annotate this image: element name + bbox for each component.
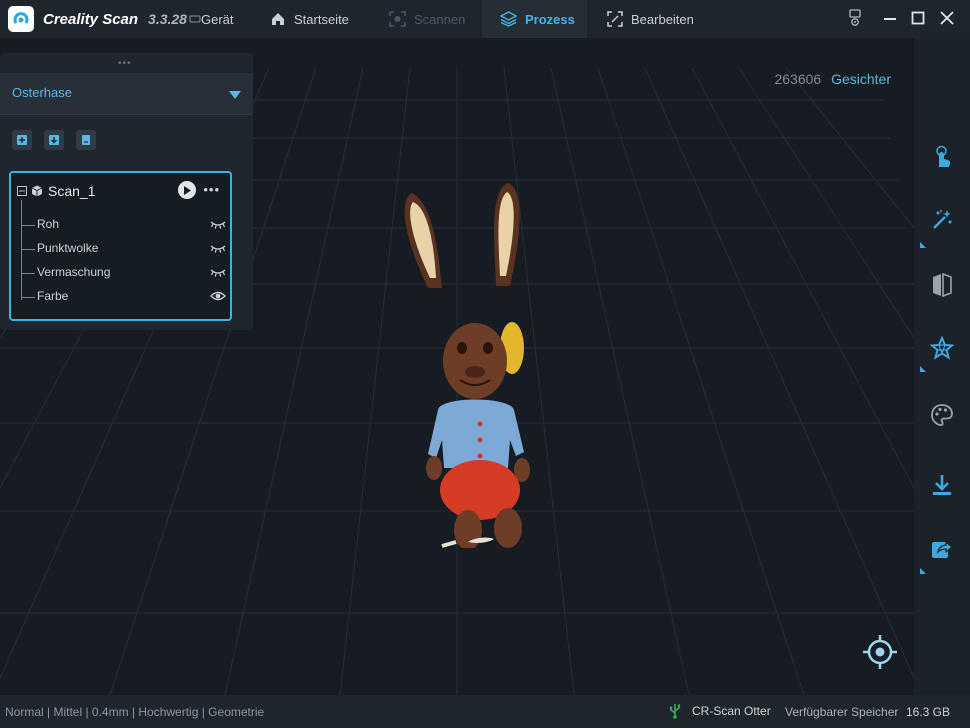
model-fragment [468, 537, 494, 543]
face-count: 263606 Gesichter [774, 71, 891, 87]
layer-item[interactable]: Roh [21, 214, 228, 236]
eye-closed-icon[interactable] [210, 265, 226, 283]
layer-label: Roh [37, 217, 60, 231]
import-button[interactable] [44, 130, 64, 150]
title-bar: Creality Scan 3.3.28 Gerät Startseite Sc… [0, 0, 970, 38]
download-icon [933, 475, 951, 495]
submenu-indicator [920, 242, 926, 248]
crosshair-icon [863, 635, 897, 669]
scanned-model-bunny[interactable] [390, 178, 560, 548]
memory-label: Verfügbarer Speicher [785, 705, 899, 719]
memory-value: 16.3 GB [905, 705, 950, 719]
share-icon [932, 540, 953, 558]
document-icon [82, 135, 90, 145]
cube-icon [31, 185, 43, 197]
add-file-icon [17, 135, 27, 145]
menu-device[interactable]: Gerät [201, 0, 234, 38]
play-icon [184, 185, 191, 195]
eye-closed-icon[interactable] [210, 241, 226, 259]
share-button[interactable] [928, 535, 956, 563]
minimize-icon [884, 18, 896, 20]
app-logo [8, 6, 34, 32]
face-count-value: 263606 [774, 71, 822, 87]
home-icon [270, 11, 286, 27]
tab-scan-label: Scannen [414, 11, 466, 27]
layer-item[interactable]: Farbe [21, 286, 228, 308]
project-selector[interactable]: Osterhase [0, 73, 253, 115]
device-name: CR-Scan Otter [692, 704, 771, 718]
layer-item[interactable]: Punktwolke [21, 238, 228, 260]
collapse-icon[interactable] [17, 186, 27, 196]
maximize-icon [911, 11, 925, 25]
star-fill-icon [930, 336, 954, 360]
right-toolbar [914, 38, 970, 695]
tab-process-label: Prozess [525, 11, 575, 27]
chevron-down-icon [229, 87, 241, 105]
submenu-indicator [920, 366, 926, 372]
scan-tree: Scan_1 ••• Roh Punktwolke Vermaschung Fa… [9, 171, 232, 321]
tree-branch [21, 297, 35, 298]
export-download-button[interactable] [928, 471, 956, 499]
tab-process[interactable]: Prozess [482, 0, 587, 38]
usb-icon [668, 703, 682, 719]
texture-button[interactable] [928, 401, 956, 429]
app-name: Creality Scan [43, 10, 139, 28]
face-count-label: Gesichter [831, 71, 891, 87]
mirror-icon [933, 273, 952, 297]
layer-item[interactable]: Vermaschung [21, 262, 228, 284]
device-status: CR-Scan Otter [668, 703, 771, 719]
project-name: Osterhase [12, 85, 72, 100]
app-window: Creality Scan 3.3.28 Gerät Startseite Sc… [0, 0, 970, 728]
tab-scan[interactable]: Scannen [389, 0, 465, 38]
eye-open-icon[interactable] [210, 289, 226, 307]
panel-drag-handle[interactable]: ••• [118, 58, 132, 69]
app-version: 3.3.28 [148, 11, 187, 27]
scan-settings-summary: Normal | Mittel | 0.4mm | Hochwertig | G… [5, 705, 265, 719]
tab-edit-label: Bearbeiten [631, 11, 694, 27]
status-bar: Normal | Mittel | 0.4mm | Hochwertig | G… [0, 695, 970, 728]
palette-icon [931, 404, 953, 426]
layers-icon [500, 11, 517, 27]
tree-branch [21, 249, 35, 250]
fill-holes-button[interactable] [928, 334, 956, 362]
layer-label: Vermaschung [37, 265, 111, 279]
menu-device-label: Gerät [201, 11, 234, 27]
mirror-button[interactable] [928, 271, 956, 299]
import-icon [49, 135, 59, 145]
tab-home-label: Startseite [294, 11, 349, 27]
recenter-view-button[interactable] [862, 634, 898, 670]
tab-edit[interactable]: Bearbeiten [607, 0, 694, 38]
device-gear-icon [849, 9, 861, 26]
touch-select-button[interactable] [928, 143, 956, 171]
layer-label: Punktwolke [37, 241, 99, 255]
document-button[interactable] [76, 130, 96, 150]
eye-closed-icon[interactable] [210, 217, 226, 235]
scan-item[interactable]: Scan_1 [17, 181, 95, 201]
more-options-button[interactable]: ••• [203, 182, 220, 197]
close-button[interactable] [937, 8, 957, 28]
tree-branch [21, 225, 35, 226]
close-icon [940, 11, 954, 25]
scan-name: Scan_1 [48, 183, 96, 199]
tab-home[interactable]: Startseite [270, 0, 349, 38]
magic-wand-icon [933, 210, 952, 229]
maximize-button[interactable] [908, 8, 928, 28]
layer-label: Farbe [37, 289, 69, 303]
minimize-button[interactable] [880, 8, 900, 28]
add-scan-button[interactable] [12, 130, 32, 150]
magic-wand-button[interactable] [928, 206, 956, 234]
version-badge-icon [189, 14, 201, 24]
device-settings-button[interactable] [845, 8, 865, 28]
tree-branch [21, 273, 35, 274]
edit-crop-icon [607, 11, 623, 27]
submenu-indicator [920, 568, 926, 574]
project-panel: ••• Osterhase Scan_1 ••• Roh Punktwolke … [0, 53, 253, 330]
scan-icon [389, 11, 406, 27]
touch-select-icon [936, 145, 951, 167]
play-button[interactable] [178, 181, 196, 199]
